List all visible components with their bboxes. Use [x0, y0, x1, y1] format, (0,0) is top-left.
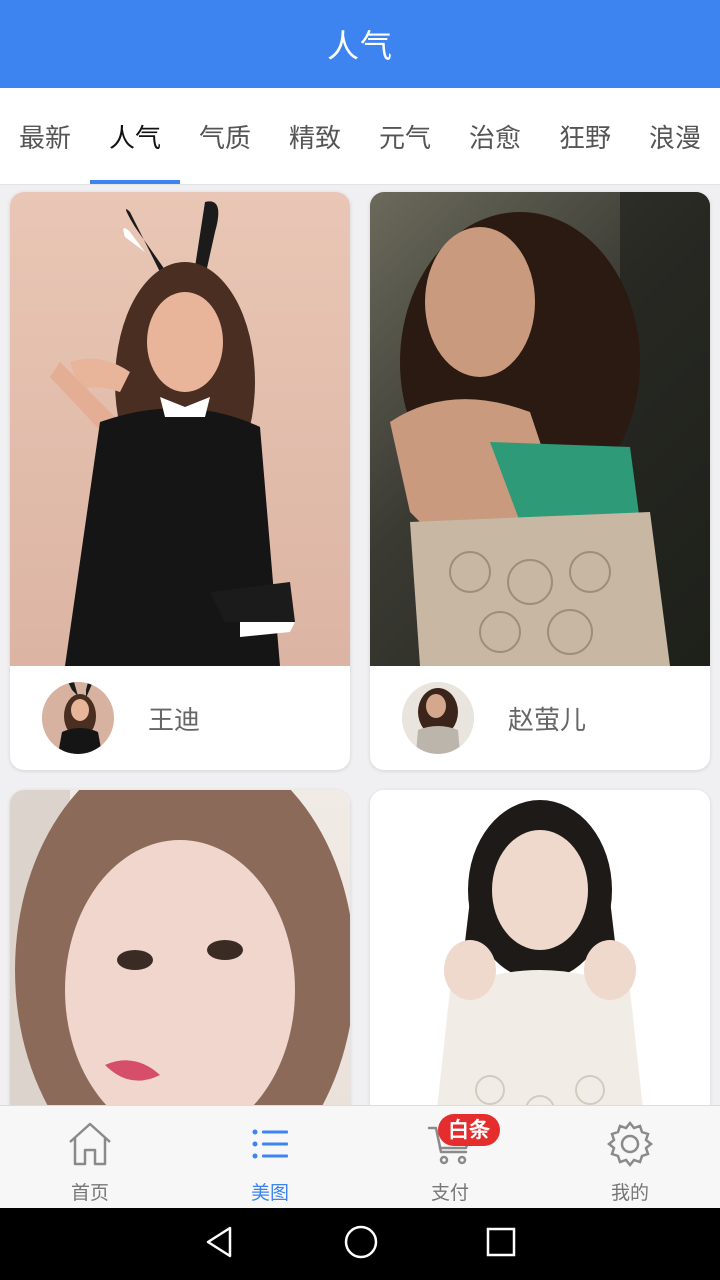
home-icon [66, 1120, 114, 1172]
photo-card[interactable]: 赵萤儿 [370, 192, 710, 770]
nav-label: 我的 [610, 1182, 649, 1204]
tab-popular[interactable]: 人气 [90, 88, 180, 184]
tab-wild[interactable]: 狂野 [540, 88, 630, 184]
tab-exquisite[interactable]: 精致 [270, 88, 360, 184]
tab-label: 精致 [288, 123, 341, 154]
nav-gallery[interactable]: 美图 [180, 1106, 360, 1208]
photo-card[interactable] [10, 790, 350, 1105]
tab-label: 浪漫 [648, 123, 701, 154]
page-title: 人气 [326, 27, 393, 65]
tab-label: 元气 [378, 123, 431, 154]
back-icon[interactable] [202, 1224, 238, 1264]
card-photo[interactable] [370, 192, 710, 666]
nav-label: 支付 [430, 1182, 469, 1204]
model-name: 王迪 [148, 705, 201, 736]
nav-home[interactable]: 首页 [0, 1106, 180, 1208]
nav-label: 美图 [250, 1182, 289, 1204]
tab-label: 最新 [18, 123, 71, 154]
photo-grid: 王迪 赵萤儿 [0, 185, 720, 1105]
tab-label: 气质 [198, 123, 251, 154]
card-info: 赵萤儿 [370, 666, 710, 770]
avatar[interactable] [402, 682, 474, 754]
gear-icon [606, 1120, 654, 1172]
card-info: 王迪 [10, 666, 350, 770]
status-badge: 白条 [438, 1114, 500, 1146]
home-circle-icon[interactable] [342, 1223, 380, 1265]
bottom-navigation: 首页 美图 白条 支付 我的 [0, 1105, 720, 1208]
card-photo[interactable] [370, 790, 710, 1105]
recents-icon[interactable] [484, 1225, 518, 1263]
photo-card[interactable]: 王迪 [10, 192, 350, 770]
avatar[interactable] [42, 682, 114, 754]
nav-payment[interactable]: 白条 支付 [360, 1106, 540, 1208]
tab-label: 人气 [108, 123, 161, 154]
tab-healing[interactable]: 治愈 [450, 88, 540, 184]
nav-profile[interactable]: 我的 [540, 1106, 720, 1208]
model-name: 赵萤儿 [508, 705, 587, 736]
tab-temperament[interactable]: 气质 [180, 88, 270, 184]
tab-romantic[interactable]: 浪漫 [630, 88, 720, 184]
tab-label: 治愈 [468, 123, 521, 154]
list-icon [246, 1120, 294, 1172]
tab-energetic[interactable]: 元气 [360, 88, 450, 184]
app-header: 人气 [0, 0, 720, 88]
nav-label: 首页 [70, 1182, 109, 1204]
photo-card[interactable] [370, 790, 710, 1105]
tab-latest[interactable]: 最新 [0, 88, 90, 184]
system-nav-bar [0, 1208, 720, 1280]
tab-label: 狂野 [558, 123, 611, 154]
card-photo[interactable] [10, 790, 350, 1105]
category-tabs: 最新 人气 气质 精致 元气 治愈 狂野 浪漫 [0, 88, 720, 185]
card-photo[interactable] [10, 192, 350, 666]
